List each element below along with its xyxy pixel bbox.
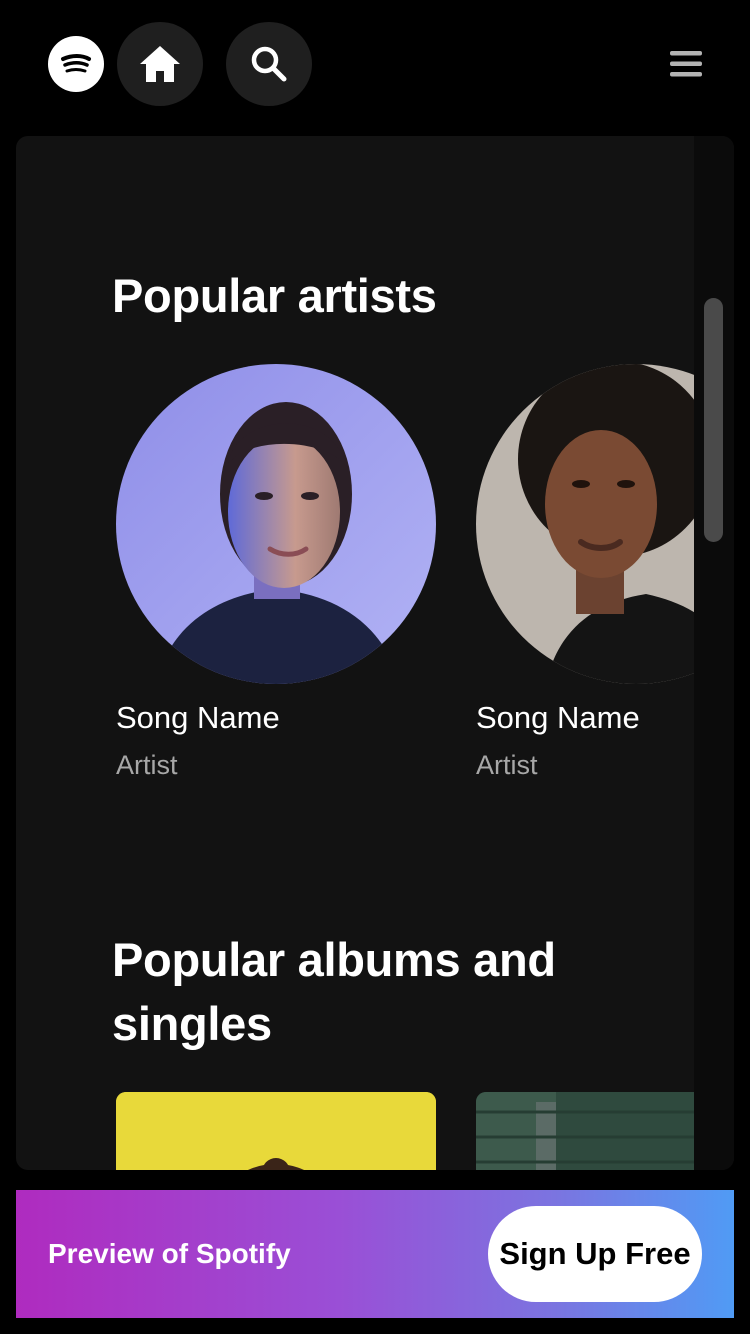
artist-card[interactable]: Song Name Artist: [476, 364, 694, 782]
album-card[interactable]: [116, 1092, 436, 1170]
hamburger-menu-icon: [670, 51, 702, 77]
sign-up-button[interactable]: Sign Up Free: [488, 1206, 702, 1302]
spotify-logo-icon[interactable]: [48, 36, 104, 92]
banner-text: Preview of Spotify: [48, 1238, 291, 1269]
album-card[interactable]: [476, 1092, 694, 1170]
artist-card-subtitle: Artist: [476, 750, 538, 780]
home-icon: [140, 46, 180, 82]
artist-avatar: [476, 364, 694, 684]
home-button[interactable]: [117, 22, 203, 106]
artist-card-title: Song Name: [116, 700, 280, 735]
top-bar: [0, 0, 750, 128]
search-button[interactable]: [226, 22, 312, 106]
artist-avatar: [116, 364, 436, 684]
search-icon: [251, 46, 287, 82]
popular-albums-title: Popular albums and singles: [112, 933, 556, 1050]
scrollbar-track[interactable]: [694, 136, 734, 1170]
artist-card-subtitle: Artist: [116, 750, 178, 780]
content-scroll-area[interactable]: Popular artists Song Name Artist Song Na…: [16, 136, 694, 1170]
preview-banner: Preview of Spotify Sign Up Free: [16, 1190, 734, 1318]
artist-card-title: Song Name: [476, 700, 640, 735]
main-panel: Popular artists Song Name Artist Song Na…: [16, 136, 734, 1170]
popular-artists-title: Popular artists: [112, 269, 437, 322]
artist-card[interactable]: Song Name Artist: [116, 364, 446, 782]
menu-button[interactable]: [662, 40, 710, 88]
scrollbar-thumb[interactable]: [704, 298, 723, 542]
